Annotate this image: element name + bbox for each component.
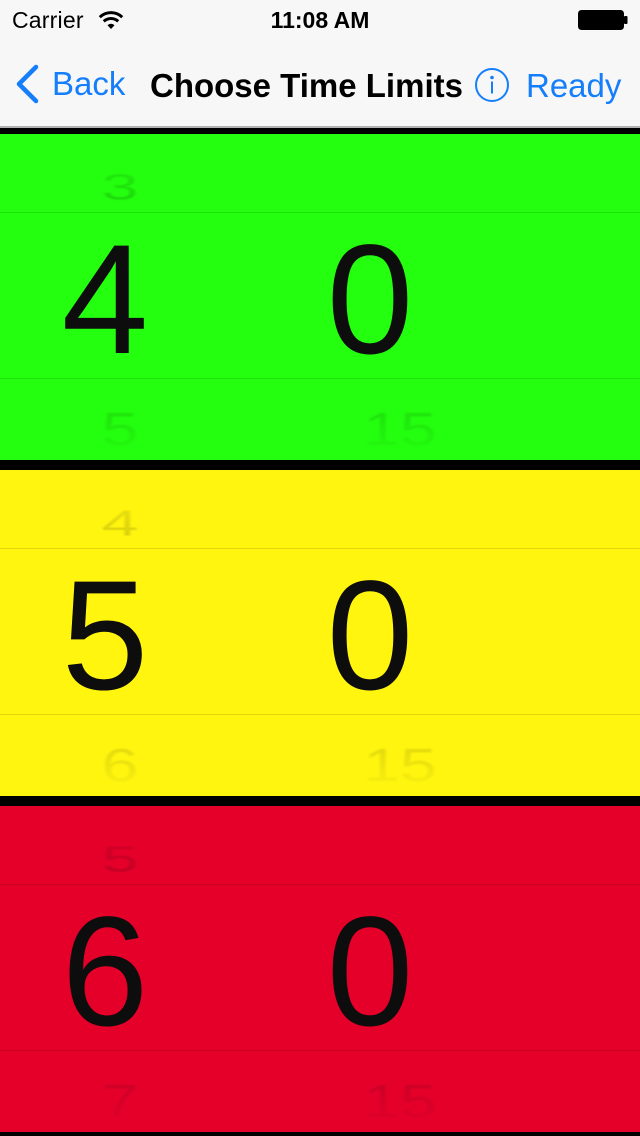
minutes-above[interactable]: 3 (80, 169, 160, 205)
seconds-below[interactable]: 15 (310, 406, 490, 452)
seconds-below[interactable]: 15 (310, 1078, 490, 1124)
minutes-below[interactable]: 6 (80, 742, 160, 788)
back-button-label: Back (52, 65, 126, 102)
minutes-below[interactable]: 7 (80, 1078, 160, 1124)
chevron-left-icon (16, 64, 39, 104)
seconds-below[interactable]: 15 (310, 742, 490, 788)
red-time-picker[interactable]: 5 6 7 0 15 (0, 806, 640, 1132)
green-time-picker[interactable]: 3 4 5 0 15 (0, 134, 640, 460)
info-circle-icon[interactable] (474, 67, 510, 103)
minutes-above[interactable]: 5 (80, 841, 160, 877)
page-title: Choose Time Limits (150, 67, 463, 104)
back-button[interactable]: Back (14, 62, 125, 106)
minutes-above[interactable]: 4 (80, 505, 160, 541)
seconds-selected[interactable]: 0 (300, 558, 440, 714)
yellow-time-picker[interactable]: 4 5 6 0 15 (0, 470, 640, 796)
minutes-below[interactable]: 5 (80, 406, 160, 452)
minutes-selected[interactable]: 6 (40, 894, 170, 1050)
minutes-selected[interactable]: 5 (40, 558, 170, 714)
status-bar: Carrier 11:08 AM (0, 0, 640, 40)
seconds-selected[interactable]: 0 (300, 222, 440, 378)
battery-icon (578, 10, 628, 30)
navigation-bar: Back Choose Time Limits Ready (0, 40, 640, 128)
top-bars: Carrier 11:08 AM Back Choose Time Limits… (0, 0, 640, 128)
ready-button[interactable]: Ready (526, 67, 621, 105)
seconds-selected[interactable]: 0 (300, 894, 440, 1050)
minutes-selected[interactable]: 4 (40, 222, 170, 378)
status-time: 11:08 AM (270, 7, 370, 33)
